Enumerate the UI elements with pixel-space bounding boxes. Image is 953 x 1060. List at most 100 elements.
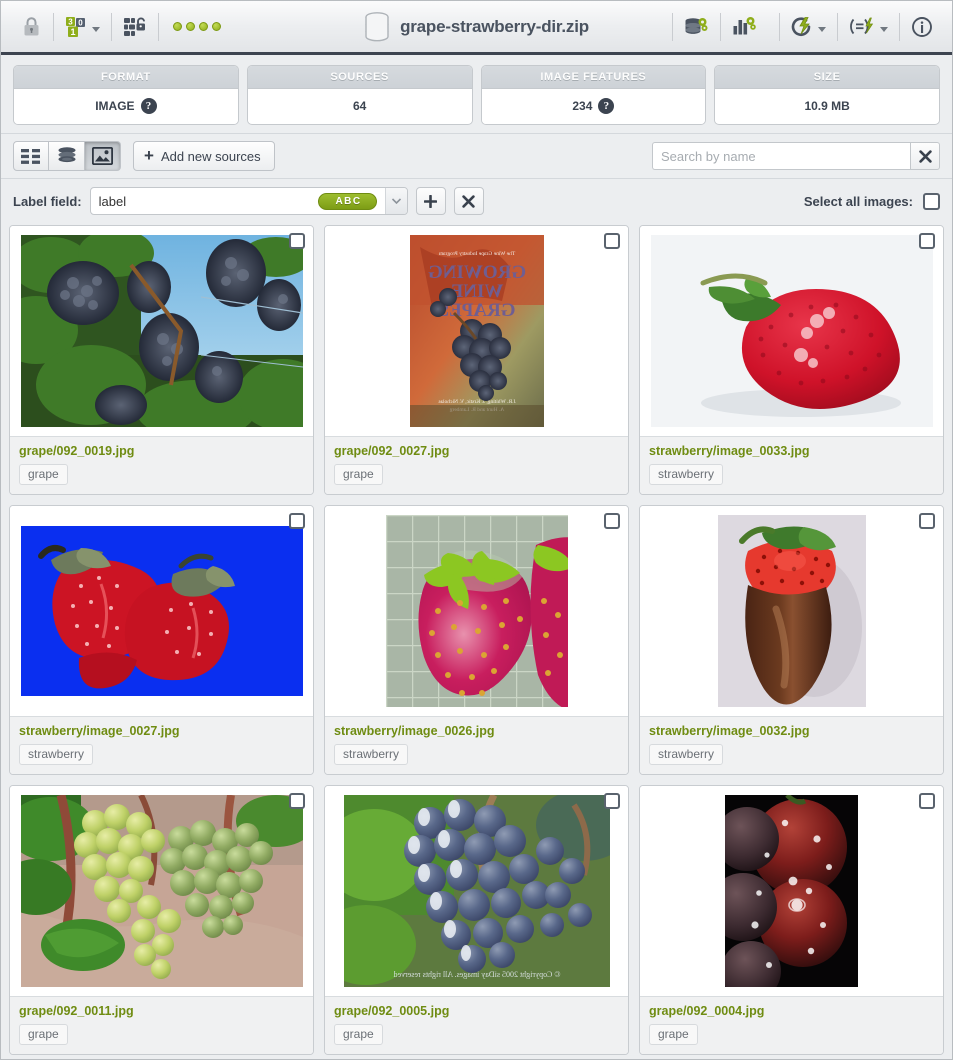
status-dot	[212, 22, 221, 31]
view-button-sources[interactable]	[49, 141, 85, 171]
gallery-card[interactable]: strawberry/image_0033.jpg strawberry	[639, 225, 944, 495]
toolbar-left: 3 0 1	[15, 10, 229, 44]
gallery-card-footer: grape/092_0027.jpg grape	[325, 436, 628, 494]
select-all-images-label: Select all images:	[803, 193, 913, 209]
help-icon[interactable]: ?	[140, 98, 157, 114]
thumbnail-container	[640, 506, 943, 716]
gallery-scroll-area[interactable]: grape/092_0019.jpg grape The Wine Grape …	[1, 223, 952, 1059]
gallery-card-filename[interactable]: strawberry/image_0027.jpg	[19, 724, 304, 738]
feature-matrix-button[interactable]	[118, 10, 152, 44]
lock-button[interactable]	[15, 10, 47, 44]
gallery-card-filename[interactable]: strawberry/image_0033.jpg	[649, 444, 934, 458]
gallery-card-tag: grape	[334, 1024, 383, 1045]
data-types-button[interactable]: 3 0 1	[60, 10, 105, 44]
search-input[interactable]	[652, 142, 910, 170]
toolbar-separator	[899, 12, 900, 41]
gallery-card[interactable]: grape/092_0011.jpg grape	[9, 785, 314, 1055]
gallery-card-filename[interactable]: grape/092_0027.jpg	[334, 444, 619, 458]
svg-text:1: 1	[70, 27, 75, 37]
thumbnail-container	[640, 226, 943, 436]
info-button[interactable]	[906, 10, 938, 44]
status-dot	[186, 22, 195, 31]
select-all-images-checkbox[interactable]	[923, 192, 940, 210]
gallery-card[interactable]: grape/092_0019.jpg grape	[9, 225, 314, 495]
search-container	[652, 142, 940, 170]
gallery-card-checkbox[interactable]	[919, 793, 935, 809]
window-title: grape-strawberry-dir.zip	[400, 16, 589, 36]
database-settings-button[interactable]	[679, 10, 714, 44]
gallery-card-tag: strawberry	[649, 464, 724, 485]
gallery-card-footer: strawberry/image_0033.jpg strawberry	[640, 436, 943, 494]
thumbnail-container	[325, 506, 628, 716]
gallery-card-footer: grape/092_0019.jpg grape	[10, 436, 313, 494]
gallery-card-checkbox[interactable]	[604, 233, 620, 249]
gallery-card[interactable]: strawberry/image_0027.jpg strawberry	[9, 505, 314, 775]
quick-actions-button[interactable]	[786, 10, 831, 44]
gallery-card-checkbox[interactable]	[289, 793, 305, 809]
gallery-card-tag: grape	[19, 1024, 68, 1045]
gallery-card-tag: grape	[334, 464, 383, 485]
gallery-card[interactable]: grape/092_0004.jpg grape	[639, 785, 944, 1055]
gallery-card[interactable]: © Copyright 2005 siDay images. All right…	[324, 785, 629, 1055]
remove-label-field-button[interactable]	[453, 187, 484, 215]
thumbnail-image	[725, 795, 858, 987]
status-dot	[199, 22, 208, 31]
list-icon	[21, 148, 41, 164]
stat-body: 10.9 MB	[715, 89, 939, 123]
chart-settings-button[interactable]	[727, 10, 773, 44]
thumbnail-container: © Copyright 2005 siDay images. All right…	[325, 786, 628, 996]
stat-value: 234	[572, 99, 593, 113]
gallery-card-filename[interactable]: grape/092_0019.jpg	[19, 444, 304, 458]
thumbnail-image	[385, 515, 568, 707]
thumbnail-image	[717, 515, 866, 707]
gallery-card-checkbox[interactable]	[919, 233, 935, 249]
stat-value: 10.9 MB	[804, 98, 850, 113]
gallery-card-tag: strawberry	[649, 744, 724, 765]
add-new-sources-button[interactable]: + Add new sources	[133, 141, 275, 171]
view-button-list[interactable]	[13, 141, 49, 171]
gallery-card-footer: grape/092_0005.jpg grape	[325, 996, 628, 1054]
search-clear-button[interactable]	[910, 142, 940, 170]
gallery-card-checkbox[interactable]	[919, 513, 935, 529]
gallery-card-tag: strawberry	[19, 744, 94, 765]
svg-text:GROWING: GROWING	[427, 262, 525, 283]
gallery-card-checkbox[interactable]	[289, 233, 305, 249]
label-field-label: Label field:	[13, 193, 82, 209]
view-button-image[interactable]	[85, 141, 121, 171]
title-bar: 3 0 1 grape-strawberry-dir.zip	[1, 1, 952, 55]
gallery-card-filename[interactable]: strawberry/image_0026.jpg	[334, 724, 619, 738]
label-field-value-container[interactable]: label ABC	[91, 188, 385, 214]
gallery-card[interactable]: strawberry/image_0032.jpg strawberry	[639, 505, 944, 775]
label-field-bar: Label field: label ABC Select all images…	[1, 179, 952, 223]
thumbnail-container	[10, 506, 313, 716]
gallery-card[interactable]: The Wine Grape Industry Program GROWING …	[324, 225, 629, 495]
gallery-card-checkbox[interactable]	[604, 513, 620, 529]
gallery-card-filename[interactable]: grape/092_0005.jpg	[334, 1004, 619, 1018]
label-field-combo[interactable]: label ABC	[89, 187, 408, 215]
add-label-field-button[interactable]	[415, 187, 446, 215]
thumbnail-container: The Wine Grape Industry Program GROWING …	[325, 226, 628, 436]
thumbnail-image: The Wine Grape Industry Program GROWING …	[409, 235, 544, 427]
gallery-card-filename[interactable]: grape/092_0004.jpg	[649, 1004, 934, 1018]
formula-run-button[interactable]	[844, 10, 893, 44]
status-dot	[173, 22, 182, 31]
stat-card-format: FORMAT IMAGE ?	[13, 65, 239, 125]
stat-value: IMAGE	[95, 99, 135, 113]
gallery-card-tag: strawberry	[334, 744, 409, 765]
help-icon[interactable]: ?	[598, 98, 615, 114]
stat-body: IMAGE ?	[14, 89, 238, 124]
data-types-icon: 3 0 1	[65, 16, 89, 38]
gallery-card[interactable]: strawberry/image_0026.jpg strawberry	[324, 505, 629, 775]
thumbnail-image	[650, 235, 933, 427]
stat-body: 64	[247, 89, 472, 123]
gallery-card-filename[interactable]: strawberry/image_0032.jpg	[649, 724, 934, 738]
thumbnail-container	[10, 786, 313, 996]
status-dots-icon[interactable]	[165, 22, 229, 31]
add-new-sources-label: Add new sources	[160, 148, 261, 164]
gallery-card-checkbox[interactable]	[289, 513, 305, 529]
label-field-dropdown-button[interactable]	[384, 188, 407, 214]
feature-matrix-icon	[123, 16, 147, 38]
gallery-card-filename[interactable]: grape/092_0011.jpg	[19, 1004, 304, 1018]
lock-icon	[23, 16, 40, 37]
gallery-card-checkbox[interactable]	[604, 793, 620, 809]
